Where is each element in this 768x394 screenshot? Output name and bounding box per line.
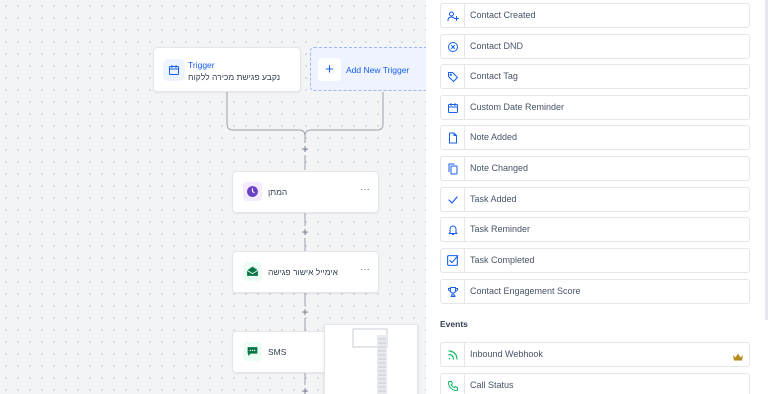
add-new-trigger-label: Add New Trigger	[346, 65, 410, 75]
trigger-option-note-changed[interactable]: Note Changed	[440, 156, 750, 181]
trigger-option-label: Task Reminder	[470, 224, 531, 234]
trigger-option-label: Contact DND	[470, 41, 524, 51]
trigger-option-label: Task Completed	[470, 255, 535, 265]
trigger-option-task-completed[interactable]: Task Completed	[440, 248, 750, 273]
add-step-button[interactable]: +	[299, 306, 311, 318]
trigger-option-label: Note Added	[470, 132, 518, 142]
workflow-canvas[interactable]: Trigger נקבע פגישת מכירה ללקוח + Add New…	[0, 0, 426, 394]
file-icon	[441, 126, 465, 149]
trigger-option-task-added[interactable]: Task Added	[440, 187, 750, 212]
calendar-icon	[441, 96, 465, 119]
event-option-call-status[interactable]: Call Status	[440, 373, 750, 394]
action-label: המתן	[268, 187, 288, 197]
add-step-button[interactable]: +	[299, 143, 311, 155]
email-open-icon	[243, 262, 262, 281]
clock-icon	[243, 182, 262, 201]
trigger-option-label: Note Changed	[470, 163, 529, 173]
calendar-icon	[163, 58, 185, 81]
rss-icon	[441, 343, 465, 366]
trigger-option-label: Task Added	[470, 194, 517, 204]
action-node-wait[interactable]: המתן ···	[232, 171, 379, 213]
trigger-title: Trigger	[188, 60, 215, 70]
add-step-button[interactable]: +	[299, 226, 311, 238]
action-label: אימייל אישור פגישה	[268, 267, 338, 277]
trigger-selection-panel: Contact Created Contact DND Contact Tag …	[426, 0, 768, 394]
trigger-option-label: Contact Engagement Score	[470, 286, 581, 296]
check-square-icon	[441, 249, 465, 272]
phone-icon	[441, 374, 465, 394]
add-step-button[interactable]: +	[299, 385, 311, 394]
event-option-inbound-webhook[interactable]: Inbound Webhook	[440, 342, 750, 367]
crown-icon	[732, 349, 744, 367]
tag-icon	[441, 65, 465, 88]
copy-icon	[441, 157, 465, 180]
trigger-option-contact-created[interactable]: Contact Created	[440, 3, 750, 28]
more-options-button[interactable]: ···	[360, 264, 370, 275]
event-option-label: Call Status	[470, 380, 514, 390]
trigger-option-label: Contact Tag	[470, 71, 518, 81]
trigger-option-note-added[interactable]: Note Added	[440, 125, 750, 150]
add-new-trigger-button[interactable]: + Add New Trigger	[310, 47, 426, 91]
trigger-option-custom-date-reminder[interactable]: Custom Date Reminder	[440, 95, 750, 120]
trigger-option-label: Custom Date Reminder	[470, 102, 565, 112]
events-heading: Events	[440, 319, 468, 329]
trigger-option-contact-dnd[interactable]: Contact DND	[440, 34, 750, 59]
more-options-button[interactable]: ···	[360, 184, 370, 195]
trophy-icon	[441, 280, 465, 303]
trigger-option-task-reminder[interactable]: Task Reminder	[440, 217, 750, 242]
check-icon	[441, 188, 465, 211]
trigger-node[interactable]: Trigger נקבע פגישת מכירה ללקוח	[153, 47, 301, 92]
plus-icon: +	[318, 58, 341, 81]
action-node-email[interactable]: אימייל אישור פגישה ···	[232, 251, 379, 293]
trigger-option-contact-engagement-score[interactable]: Contact Engagement Score	[440, 279, 750, 304]
sms-icon	[243, 342, 262, 361]
trigger-option-contact-tag[interactable]: Contact Tag	[440, 64, 750, 89]
event-option-label: Inbound Webhook	[470, 349, 543, 359]
trigger-option-label: Contact Created	[470, 10, 536, 20]
circle-x-icon	[441, 35, 465, 58]
mini-map-preview	[352, 328, 388, 394]
mini-map[interactable]	[324, 324, 418, 394]
user-plus-icon	[441, 4, 465, 27]
bell-icon	[441, 218, 465, 241]
action-label: SMS	[268, 347, 287, 357]
trigger-subtitle: נקבע פגישת מכירה ללקוח	[188, 72, 281, 82]
